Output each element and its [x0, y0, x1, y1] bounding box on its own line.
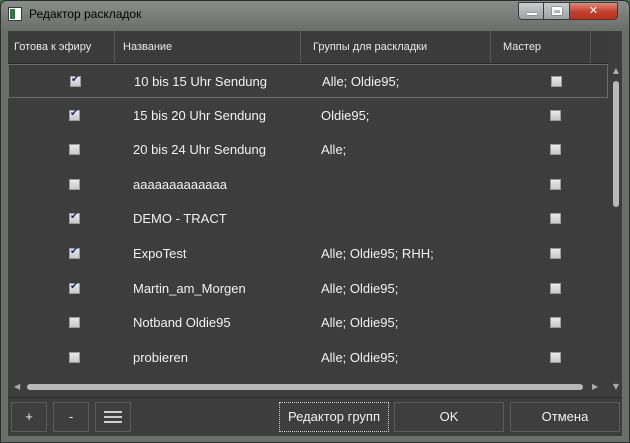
layout-name: ExpoTest [133, 246, 187, 261]
scroll-right-icon[interactable]: ▶ [592, 380, 598, 394]
ready-checkbox[interactable] [69, 178, 80, 190]
layout-name: DEMO - TRACT [133, 211, 227, 227]
layout-name: Martin_am_Morgen [133, 280, 246, 296]
ready-checkbox[interactable] [69, 211, 80, 225]
layout-name: 20 bis 24 Uhr Sendung [133, 142, 266, 158]
master-checkbox[interactable] [550, 317, 561, 329]
horizontal-scrollbar[interactable]: ◀ ▶ [8, 380, 608, 394]
cancel-button[interactable]: Отмена [510, 402, 620, 432]
scroll-up-icon[interactable]: ▲ [610, 66, 622, 75]
column-header-master[interactable]: Мастер [491, 31, 591, 63]
close-button[interactable]: ✕ [570, 2, 618, 20]
group-editor-button[interactable]: Редактор групп [279, 402, 389, 432]
ready-checkbox[interactable] [69, 246, 80, 259]
layouts-table: 10 bis 15 Uhr SendungAlle; Oldie95;15 bi… [8, 64, 608, 409]
window-title: Редактор раскладок [29, 7, 142, 21]
close-icon: ✕ [588, 4, 599, 17]
ok-button[interactable]: OK [394, 402, 504, 432]
master-checkbox[interactable] [550, 351, 561, 363]
layout-groups: Alle; Oldie95; [322, 74, 400, 89]
maximize-icon [552, 7, 562, 15]
title-bar[interactable]: Редактор раскладок ✕ [1, 1, 629, 29]
layout-name: Notband Oldie95 [133, 315, 231, 331]
master-checkbox[interactable] [551, 76, 562, 87]
master-checkbox[interactable] [550, 178, 561, 190]
ready-checkbox[interactable] [69, 108, 80, 121]
layout-groups: Alle; Oldie95; RHH; [321, 246, 434, 261]
ready-checkbox[interactable] [69, 281, 80, 294]
layout-groups: Alle; Oldie95; [321, 349, 399, 365]
app-icon [8, 7, 22, 21]
horizontal-scroll-thumb[interactable] [27, 384, 583, 390]
table-row[interactable]: 15 bis 20 Uhr Sendung Oldie95; [8, 99, 608, 133]
table-row[interactable]: Notband Oldie95 Alle; Oldie95; [8, 306, 608, 340]
table-row[interactable]: 20 bis 24 Uhr Sendung Alle; [8, 133, 608, 167]
master-checkbox[interactable] [550, 213, 561, 225]
column-header-name[interactable]: Название [115, 31, 301, 63]
layout-name: probieren [133, 349, 188, 365]
layout-groups: Alle; Oldie95; [321, 280, 399, 296]
scroll-left-icon[interactable]: ◀ [14, 380, 20, 394]
ready-checkbox[interactable] [70, 74, 81, 87]
ready-checkbox[interactable] [69, 317, 80, 329]
master-checkbox[interactable] [550, 109, 561, 121]
table-row[interactable]: aaaaaaaaaaaaa [8, 168, 608, 202]
minimize-icon [527, 13, 537, 15]
scroll-down-icon[interactable]: ▼ [610, 382, 622, 391]
ready-checkbox[interactable] [69, 144, 80, 156]
remove-layout-button[interactable]: - [53, 402, 89, 432]
layout-editor-window: Редактор раскладок ✕ Готова к эфиру Назв… [0, 0, 630, 443]
layout-name: aaaaaaaaaaaaa [133, 176, 227, 192]
layout-groups: Alle; [321, 142, 347, 158]
maximize-button[interactable] [544, 2, 570, 20]
ready-checkbox[interactable] [69, 351, 80, 363]
column-header-ready[interactable]: Готова к эфиру [8, 31, 115, 63]
add-layout-button[interactable]: + [11, 402, 47, 432]
dialog-content: Готова к эфиру Название Группы для раскл… [8, 31, 622, 436]
footer-divider [8, 397, 622, 398]
menu-button[interactable] [95, 402, 131, 432]
table-row[interactable]: ExpoTest Alle; Oldie95; RHH; [8, 237, 608, 271]
table-row[interactable]: 10 bis 15 Uhr Sendung Alle; Oldie95; [8, 64, 608, 98]
layout-name: 15 bis 20 Uhr Sendung [133, 107, 266, 123]
vertical-scroll-thumb[interactable] [613, 81, 619, 207]
layout-name: 10 bis 15 Uhr Sendung [134, 74, 267, 89]
table-row[interactable]: DEMO - TRACT [8, 202, 608, 236]
layout-groups: Oldie95; [321, 107, 370, 123]
layout-groups: Alle; Oldie95; [321, 315, 399, 331]
table-row[interactable]: Martin_am_Morgen Alle; Oldie95; [8, 272, 608, 306]
hamburger-icon [104, 411, 122, 413]
table-row[interactable]: probieren Alle; Oldie95; [8, 341, 608, 375]
master-checkbox[interactable] [550, 282, 561, 294]
master-checkbox[interactable] [550, 144, 561, 156]
minimize-button[interactable] [518, 2, 544, 20]
vertical-scrollbar[interactable]: ▲ ▼ [610, 64, 622, 409]
master-checkbox[interactable] [550, 248, 561, 259]
column-header-groups[interactable]: Группы для раскладки [301, 31, 491, 63]
grid-header: Готова к эфиру Название Группы для раскл… [8, 31, 608, 64]
